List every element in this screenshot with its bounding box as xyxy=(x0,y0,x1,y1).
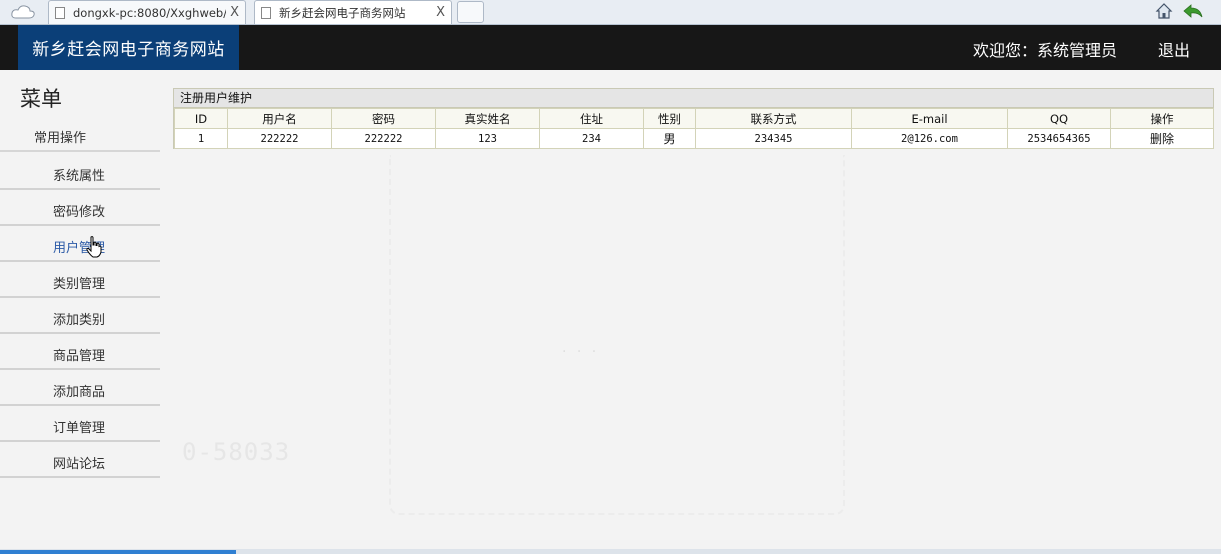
close-tab-icon[interactable]: X xyxy=(436,5,445,20)
cell-password: 222222 xyxy=(331,128,436,149)
sidebar-item-user-management[interactable]: 用户管理 xyxy=(0,226,160,262)
column-header: 性别 xyxy=(643,108,696,129)
site-title: 新乡赶会网电子商务网站 xyxy=(32,40,225,60)
sidebar-item-change-password[interactable]: 密码修改 xyxy=(0,190,160,226)
close-tab-icon[interactable]: X xyxy=(230,5,239,20)
menu-title: 菜单 xyxy=(20,87,62,111)
tab-title: 新乡赶会网电子商务网站 xyxy=(279,5,406,20)
cell-address: 234 xyxy=(539,128,644,149)
browser-tab-1[interactable]: dongxk-pc:8080/Xxghweb/in X xyxy=(48,0,246,24)
background-ghost-frame xyxy=(389,155,845,515)
table-header-row: ID 用户名 密码 真实姓名 住址 性别 联系方式 E-mail QQ 操作 xyxy=(174,108,1214,129)
logout-link[interactable]: 退出 xyxy=(1158,37,1190,61)
browser-tab-strip: dongxk-pc:8080/Xxghweb/in X 新乡赶会网电子商务网站 … xyxy=(0,0,1221,25)
sidebar-item-system-properties[interactable]: 系统属性 xyxy=(0,154,160,190)
cell-realname: 123 xyxy=(435,128,540,149)
column-header: 操作 xyxy=(1110,108,1214,129)
cell-email: 2@126.com xyxy=(851,128,1008,149)
panel-title: 注册用户维护 xyxy=(174,89,1213,108)
table-row: 1 222222 222222 123 234 男 234345 2@126.c… xyxy=(174,128,1214,149)
sidebar-item-forum[interactable]: 网站论坛 xyxy=(0,442,160,478)
sidebar-item-order-management[interactable]: 订单管理 xyxy=(0,406,160,442)
sidebar-item-label: 类别管理 xyxy=(53,277,106,292)
column-header: E-mail xyxy=(851,108,1008,129)
sidebar-item-category-management[interactable]: 类别管理 xyxy=(0,262,160,298)
column-header: 真实姓名 xyxy=(435,108,540,129)
sidebar-item-label: 订单管理 xyxy=(53,421,106,436)
column-header: 联系方式 xyxy=(695,108,852,129)
site-header: 新乡赶会网电子商务网站 欢迎您：系统管理员 退出 xyxy=(0,25,1221,70)
sidebar-item-add-product[interactable]: 添加商品 xyxy=(0,370,160,406)
back-arrow-icon[interactable] xyxy=(1182,2,1204,20)
menu-group-common[interactable]: 常用操作 xyxy=(0,116,160,152)
browser-tab-2[interactable]: 新乡赶会网电子商务网站 X xyxy=(254,0,452,24)
loading-progress xyxy=(0,550,236,554)
menu-group-label: 常用操作 xyxy=(34,131,87,146)
tab-title: dongxk-pc:8080/Xxghweb/in xyxy=(73,5,227,20)
cell-phone: 234345 xyxy=(695,128,852,149)
background-ghost-dots: · · · xyxy=(562,344,600,360)
cell-username: 222222 xyxy=(227,128,332,149)
sidebar-item-label: 系统属性 xyxy=(53,169,106,184)
column-header: 住址 xyxy=(539,108,644,129)
sidebar-item-product-management[interactable]: 商品管理 xyxy=(0,334,160,370)
hand-cursor-icon xyxy=(86,236,102,258)
sidebar-item-label: 网站论坛 xyxy=(53,457,106,472)
background-ghost-digits: 0-58033 xyxy=(182,438,291,466)
page-icon xyxy=(261,6,271,19)
sidebar-item-label: 商品管理 xyxy=(53,349,106,364)
user-table: ID 用户名 密码 真实姓名 住址 性别 联系方式 E-mail QQ 操作 1… xyxy=(174,108,1214,149)
sidebar-item-add-category[interactable]: 添加类别 xyxy=(0,298,160,334)
delete-link[interactable]: 删除 xyxy=(1110,128,1214,149)
new-tab-button[interactable] xyxy=(457,1,484,23)
site-title-box: 新乡赶会网电子商务网站 xyxy=(18,25,239,70)
sidebar-item-label: 添加商品 xyxy=(53,385,106,400)
welcome-text: 欢迎您：系统管理员 xyxy=(972,41,1117,60)
sidebar-menu: 菜单 常用操作 系统属性 密码修改 用户管理 类别管理 添加类别 商品管理 添加… xyxy=(0,70,162,480)
column-header: 用户名 xyxy=(227,108,332,129)
column-header: ID xyxy=(174,108,228,129)
column-header: 密码 xyxy=(331,108,436,129)
cell-id: 1 xyxy=(174,128,228,149)
bottom-status-bar xyxy=(0,549,1221,554)
cell-qq: 2534654365 xyxy=(1007,128,1111,149)
page-icon xyxy=(55,6,65,19)
home-icon[interactable] xyxy=(1154,1,1174,21)
cloud-icon[interactable] xyxy=(10,3,36,21)
sidebar-item-label: 密码修改 xyxy=(53,205,106,220)
user-table-panel: 注册用户维护 ID 用户名 密码 真实姓名 住址 性别 联系方式 E-mail … xyxy=(173,88,1214,149)
sidebar-item-label: 添加类别 xyxy=(53,313,106,328)
cell-gender: 男 xyxy=(643,128,696,149)
column-header: QQ xyxy=(1007,108,1111,129)
